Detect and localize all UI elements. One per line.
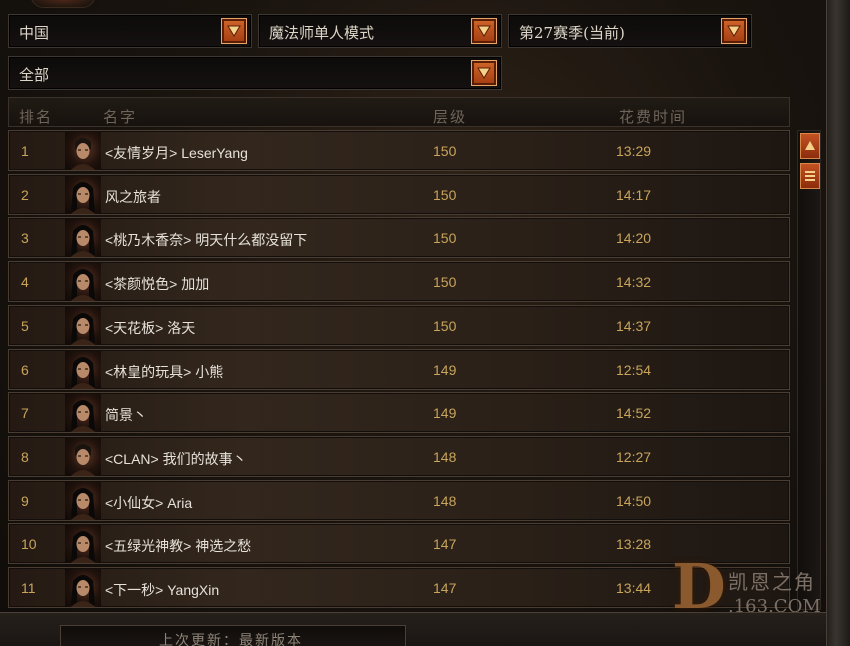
row-rank: 2 xyxy=(21,187,29,203)
class-filter-dropdown-value: 全部 xyxy=(19,66,50,84)
mode-dropdown-value: 魔法师单人模式 xyxy=(269,24,375,42)
top-ornament xyxy=(30,0,96,8)
table-header: 排名 名字 层级 花费时间 xyxy=(8,97,790,127)
row-time: 14:37 xyxy=(616,318,652,334)
bottom-bar: 上次更新：最新版本 xyxy=(0,612,826,646)
row-player-name[interactable]: <林皇的玩具> 小熊 xyxy=(105,362,223,382)
column-header-name[interactable]: 名字 xyxy=(103,106,137,127)
row-time: 14:20 xyxy=(616,230,652,246)
right-frame xyxy=(826,0,850,646)
row-player-name[interactable]: <桃乃木香奈> 明天什么都没留下 xyxy=(105,230,307,250)
leaderboard-window: 中国 魔法师单人模式 第27赛季(当前) 全部 排名 名字 层级 花费时间 1 <… xyxy=(0,0,850,646)
row-rank: 4 xyxy=(21,274,29,290)
table-row[interactable]: 4 <茶颜悦色> 加加 150 14:32 xyxy=(8,261,790,302)
row-time: 12:27 xyxy=(616,449,652,465)
row-level: 148 xyxy=(433,493,457,509)
table-row[interactable]: 8 <CLAN> 我们的故事丶 148 12:27 xyxy=(8,436,790,477)
wizard-portrait-icon xyxy=(65,132,101,170)
wizard-portrait-icon xyxy=(65,307,101,345)
table-row[interactable]: 6 <林皇的玩具> 小熊 149 12:54 xyxy=(8,349,790,390)
row-level: 149 xyxy=(433,362,457,378)
region-dropdown[interactable]: 中国 xyxy=(8,14,252,48)
mode-dropdown[interactable]: 魔法师单人模式 xyxy=(258,14,502,48)
row-level: 147 xyxy=(433,536,457,552)
row-player-name[interactable]: <茶颜悦色> 加加 xyxy=(105,274,209,294)
row-rank: 6 xyxy=(21,362,29,378)
row-player-name[interactable]: <CLAN> 我们的故事丶 xyxy=(105,449,247,469)
wizard-portrait-icon xyxy=(65,438,101,476)
row-rank: 9 xyxy=(21,493,29,509)
column-header-level[interactable]: 层级 xyxy=(433,106,467,127)
region-dropdown-value: 中国 xyxy=(19,24,50,42)
wizard-portrait-icon xyxy=(65,219,101,257)
table-row[interactable]: 5 <天花板> 洛天 150 14:37 xyxy=(8,305,790,346)
watermark-title: 凯恩之角 xyxy=(728,570,816,594)
row-player-name[interactable]: 风之旅者 xyxy=(105,187,161,207)
table-row[interactable]: 2 风之旅者 150 14:17 xyxy=(8,174,790,215)
update-panel: 上次更新：最新版本 xyxy=(60,625,406,646)
last-update-text: 上次更新：最新版本 xyxy=(159,633,303,646)
row-level: 150 xyxy=(433,143,457,159)
row-rank: 3 xyxy=(21,230,29,246)
menu-lines-icon[interactable] xyxy=(800,163,820,189)
scrollbar[interactable] xyxy=(797,130,821,610)
row-time: 14:32 xyxy=(616,274,652,290)
table-row[interactable]: 7 简景丶 149 14:52 xyxy=(8,392,790,433)
column-header-rank[interactable]: 排名 xyxy=(19,106,53,127)
class-filter-dropdown[interactable]: 全部 xyxy=(8,56,502,90)
chevron-down-icon[interactable] xyxy=(721,18,747,44)
wizard-portrait-icon xyxy=(65,351,101,389)
row-rank: 1 xyxy=(21,143,29,159)
wizard-portrait-icon xyxy=(65,525,101,563)
row-player-name[interactable]: 简景丶 xyxy=(105,405,147,425)
row-player-name[interactable]: <五绿光神教> 神选之愁 xyxy=(105,536,251,556)
wizard-portrait-icon xyxy=(65,394,101,432)
row-time: 13:44 xyxy=(616,580,652,596)
row-time: 12:54 xyxy=(616,362,652,378)
wizard-portrait-icon xyxy=(65,176,101,214)
row-time: 14:52 xyxy=(616,405,652,421)
chevron-down-icon[interactable] xyxy=(471,18,497,44)
row-time: 14:50 xyxy=(616,493,652,509)
row-rank: 10 xyxy=(21,536,37,552)
row-time: 13:29 xyxy=(616,143,652,159)
table-row[interactable]: 1 <友情岁月> LeserYang 150 13:29 xyxy=(8,130,790,171)
watermark-letter: D xyxy=(672,550,726,623)
row-player-name[interactable]: <下一秒> YangXin xyxy=(105,580,219,600)
row-time: 13:28 xyxy=(616,536,652,552)
row-rank: 7 xyxy=(21,405,29,421)
wizard-portrait-icon xyxy=(65,569,101,607)
row-level: 147 xyxy=(433,580,457,596)
row-level: 150 xyxy=(433,230,457,246)
row-level: 148 xyxy=(433,449,457,465)
chevron-down-icon[interactable] xyxy=(221,18,247,44)
wizard-portrait-icon xyxy=(65,263,101,301)
row-player-name[interactable]: <小仙女> Aria xyxy=(105,493,192,513)
row-player-name[interactable]: <天花板> 洛天 xyxy=(105,318,195,338)
row-time: 14:17 xyxy=(616,187,652,203)
chevron-down-icon[interactable] xyxy=(471,60,497,86)
season-dropdown[interactable]: 第27赛季(当前) xyxy=(508,14,752,48)
row-rank: 5 xyxy=(21,318,29,334)
row-level: 150 xyxy=(433,274,457,290)
column-header-time[interactable]: 花费时间 xyxy=(619,106,687,127)
row-level: 150 xyxy=(433,187,457,203)
table-row[interactable]: 3 <桃乃木香奈> 明天什么都没留下 150 14:20 xyxy=(8,217,790,258)
row-player-name[interactable]: <友情岁月> LeserYang xyxy=(105,143,248,163)
table-row[interactable]: 9 <小仙女> Aria 148 14:50 xyxy=(8,480,790,521)
row-level: 149 xyxy=(433,405,457,421)
row-rank: 8 xyxy=(21,449,29,465)
row-level: 150 xyxy=(433,318,457,334)
arrow-up-icon[interactable] xyxy=(800,133,820,159)
wizard-portrait-icon xyxy=(65,482,101,520)
season-dropdown-value: 第27赛季(当前) xyxy=(519,24,625,42)
row-rank: 11 xyxy=(21,580,36,596)
